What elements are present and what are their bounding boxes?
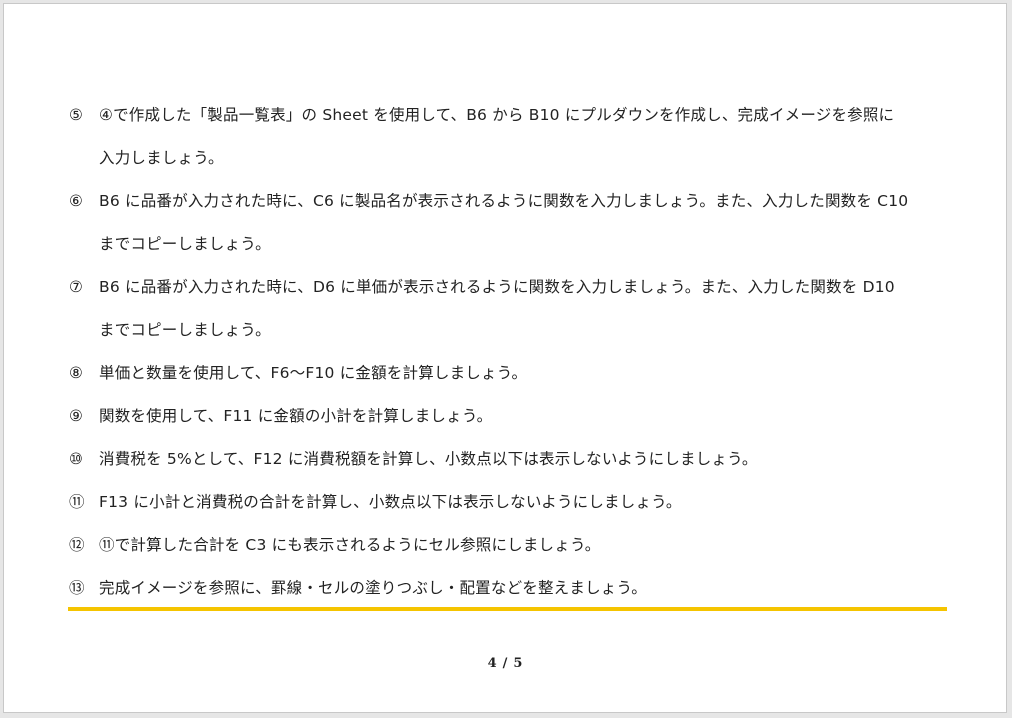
item-text-line: F13 に小計と消費税の合計を計算し、小数点以下は表示しないようにしましょう。 <box>99 493 682 511</box>
item-text-line: 関数を使用して、F11 に金額の小計を計算しましょう。 <box>99 407 493 425</box>
list-item: ⑧ 単価と数量を使用して、F6～F10 に金額を計算しましょう。 <box>69 352 954 395</box>
document-page: ⑤ ④で作成した「製品一覧表」の Sheet を使用して、B6 から B10 に… <box>3 3 1007 713</box>
item-text-line: までコピーしましょう。 <box>99 235 271 253</box>
total-pages: 5 <box>513 656 523 671</box>
list-item: ⑤ ④で作成した「製品一覧表」の Sheet を使用して、B6 から B10 に… <box>69 94 954 180</box>
item-number: ⑪ <box>69 493 85 511</box>
instruction-list: ⑤ ④で作成した「製品一覧表」の Sheet を使用して、B6 から B10 に… <box>69 94 954 610</box>
item-number: ⑥ <box>69 192 84 210</box>
item-number: ⑧ <box>69 364 84 382</box>
item-text-line: B6 に品番が入力された時に、C6 に製品名が表示されるように関数を入力しましょ… <box>99 192 909 210</box>
list-item: ⑬ 完成イメージを参照に、罫線・セルの塗りつぶし・配置などを整えましょう。 <box>69 567 954 610</box>
item-text: 完成イメージを参照に、罫線・セルの塗りつぶし・配置などを整えましょう。 <box>99 567 954 610</box>
item-number: ⑨ <box>69 407 84 425</box>
list-item: ⑥ B6 に品番が入力された時に、C6 に製品名が表示されるように関数を入力しま… <box>69 180 954 266</box>
item-text: ④で作成した「製品一覧表」の Sheet を使用して、B6 から B10 にプル… <box>99 94 954 180</box>
list-item: ⑨ 関数を使用して、F11 に金額の小計を計算しましょう。 <box>69 395 954 438</box>
item-text-line: までコピーしましょう。 <box>99 321 271 339</box>
item-text-line: B6 に品番が入力された時に、D6 に単価が表示されるように関数を入力しましょう… <box>99 278 895 296</box>
page-number: 4 / 5 <box>4 656 1006 671</box>
item-text-line: 完成イメージを参照に、罫線・セルの塗りつぶし・配置などを整えましょう。 <box>99 579 647 597</box>
item-text-line: 消費税を 5%として、F12 に消費税額を計算し、小数点以下は表示しないようにし… <box>99 450 758 468</box>
divider-rule <box>68 607 947 611</box>
item-text: 単価と数量を使用して、F6～F10 に金額を計算しましょう。 <box>99 352 954 395</box>
item-number: ⑦ <box>69 278 84 296</box>
current-page: 4 <box>487 656 497 671</box>
item-text: B6 に品番が入力された時に、D6 に単価が表示されるように関数を入力しましょう… <box>99 266 954 352</box>
item-text: ⑪で計算した合計を C3 にも表示されるようにセル参照にしましょう。 <box>99 524 954 567</box>
item-text-line: ⑪で計算した合計を C3 にも表示されるようにセル参照にしましょう。 <box>99 536 601 554</box>
item-text: 消費税を 5%として、F12 に消費税額を計算し、小数点以下は表示しないようにし… <box>99 438 954 481</box>
item-text: B6 に品番が入力された時に、C6 に製品名が表示されるように関数を入力しましょ… <box>99 180 954 266</box>
page-separator: / <box>502 656 508 671</box>
item-number: ⑬ <box>69 579 85 597</box>
list-item: ⑦ B6 に品番が入力された時に、D6 に単価が表示されるように関数を入力しまし… <box>69 266 954 352</box>
item-text-line: ④で作成した「製品一覧表」の Sheet を使用して、B6 から B10 にプル… <box>99 106 895 124</box>
list-item: ⑪ F13 に小計と消費税の合計を計算し、小数点以下は表示しないようにしましょう… <box>69 481 954 524</box>
item-number: ⑤ <box>69 106 84 124</box>
item-text: F13 に小計と消費税の合計を計算し、小数点以下は表示しないようにしましょう。 <box>99 481 954 524</box>
item-text-line: 単価と数量を使用して、F6～F10 に金額を計算しましょう。 <box>99 364 528 382</box>
item-text: 関数を使用して、F11 に金額の小計を計算しましょう。 <box>99 395 954 438</box>
list-item: ⑩ 消費税を 5%として、F12 に消費税額を計算し、小数点以下は表示しないよう… <box>69 438 954 481</box>
item-number: ⑫ <box>69 536 85 554</box>
item-text-line: 入力しましょう。 <box>99 149 224 167</box>
item-number: ⑩ <box>69 450 84 468</box>
list-item: ⑫ ⑪で計算した合計を C3 にも表示されるようにセル参照にしましょう。 <box>69 524 954 567</box>
